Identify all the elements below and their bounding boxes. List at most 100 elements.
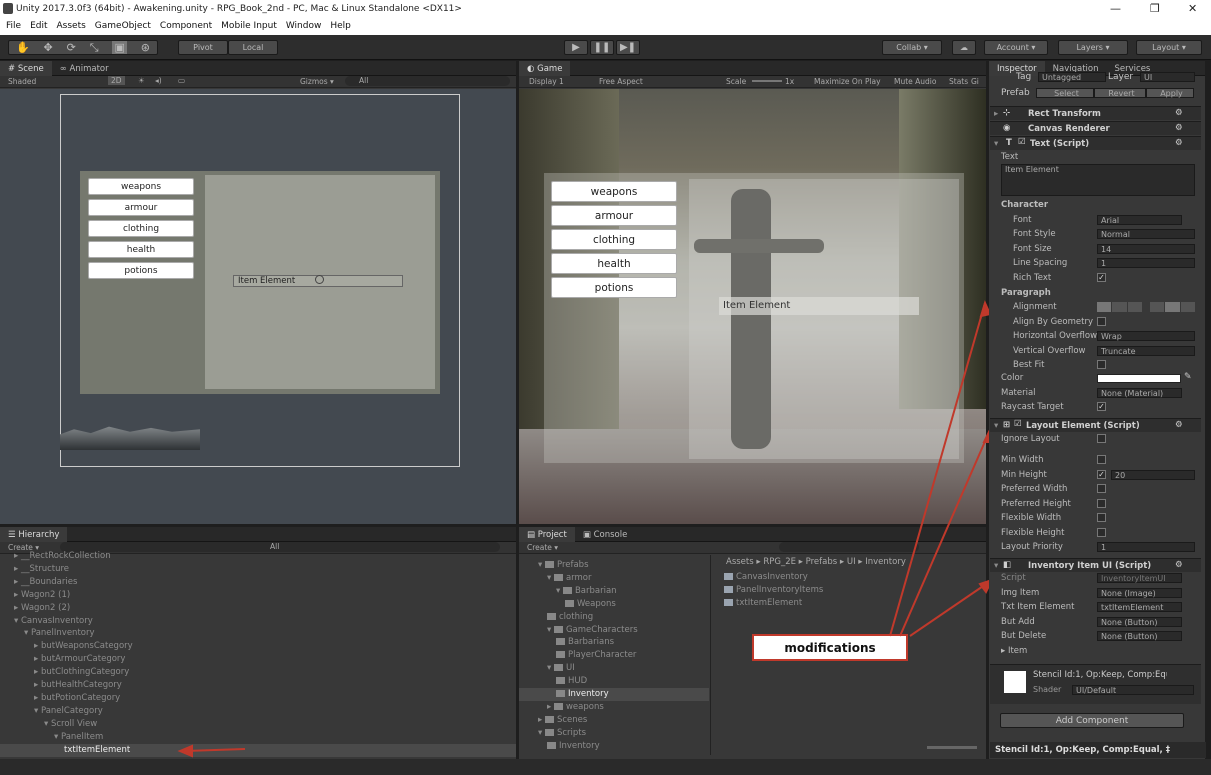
- prefab-revert-button[interactable]: Revert: [1094, 88, 1146, 98]
- layout-element-enabled-checkbox[interactable]: ☑: [1014, 419, 1022, 429]
- vertical-overflow-dropdown[interactable]: Truncate: [1097, 346, 1195, 356]
- project-search-input[interactable]: [779, 542, 919, 552]
- project-asset-item[interactable]: CanvasInventory: [724, 571, 823, 584]
- tag-dropdown[interactable]: Untagged: [1038, 72, 1106, 82]
- tree-arrow-icon[interactable]: ▾: [538, 560, 545, 570]
- scene-category-button[interactable]: health: [88, 241, 194, 258]
- shading-dropdown[interactable]: Shaded: [8, 77, 36, 86]
- tree-item[interactable]: ▾ Scripts: [519, 727, 709, 740]
- aspect-dropdown[interactable]: Free Aspect: [599, 77, 643, 86]
- but-add-field[interactable]: None (Button): [1097, 617, 1182, 627]
- tree-item[interactable]: Inventory: [519, 740, 709, 753]
- scene-category-button[interactable]: potions: [88, 262, 194, 279]
- minimize-icon[interactable]: —: [1110, 2, 1121, 15]
- asset-size-slider[interactable]: [927, 746, 977, 749]
- game-category-button[interactable]: weapons: [551, 181, 677, 202]
- tree-item[interactable]: Inventory: [519, 688, 709, 701]
- min-height-checkbox[interactable]: ✓: [1097, 470, 1106, 479]
- scene-category-button[interactable]: clothing: [88, 220, 194, 237]
- but-delete-field[interactable]: None (Button): [1097, 631, 1182, 641]
- game-gizmos-toggle[interactable]: Gi: [971, 77, 979, 86]
- tree-item[interactable]: ▾ GameCharacters: [519, 624, 709, 637]
- cloud-icon[interactable]: ☁: [952, 40, 976, 55]
- tree-item[interactable]: ▸ butClothingCategory: [0, 666, 516, 679]
- layer-dropdown[interactable]: UI: [1140, 72, 1195, 82]
- tree-item[interactable]: Barbarians: [519, 636, 709, 649]
- prefab-apply-button[interactable]: Apply: [1146, 88, 1194, 98]
- tree-arrow-icon[interactable]: ▾: [54, 732, 61, 742]
- 2d-toggle[interactable]: 2D: [108, 76, 125, 85]
- font-style-dropdown[interactable]: Normal: [1097, 229, 1195, 239]
- tree-item[interactable]: ▾ Barbarian: [519, 585, 709, 598]
- scene-search-input[interactable]: All: [345, 76, 510, 86]
- tree-arrow-icon[interactable]: ▾: [14, 616, 21, 626]
- game-category-button[interactable]: armour: [551, 205, 677, 226]
- font-field[interactable]: Arial: [1097, 215, 1182, 225]
- tree-arrow-icon[interactable]: ▸: [538, 715, 545, 725]
- menu-item[interactable]: Mobile Input: [221, 21, 277, 31]
- align-middle-icon[interactable]: [1165, 302, 1180, 312]
- tree-arrow-icon[interactable]: ▾: [34, 706, 41, 716]
- menu-item[interactable]: GameObject: [95, 21, 151, 31]
- align-geometry-checkbox[interactable]: [1097, 317, 1106, 326]
- lighting-icon[interactable]: ☀: [138, 76, 145, 85]
- tree-item[interactable]: txtItemElement: [0, 743, 516, 757]
- collapse-arrow-icon[interactable]: ▾: [994, 561, 998, 571]
- tree-item[interactable]: clothing: [519, 611, 709, 624]
- tab-animator[interactable]: ∞ Animator: [52, 61, 117, 76]
- align-left-icon[interactable]: [1097, 302, 1112, 312]
- align-center-icon[interactable]: [1112, 302, 1127, 312]
- add-component-button[interactable]: Add Component: [1000, 713, 1184, 728]
- tree-arrow-icon[interactable]: ▾: [24, 628, 31, 638]
- tree-item[interactable]: ▸ __Structure: [0, 563, 516, 576]
- expand-arrow-icon[interactable]: ▸: [994, 109, 998, 119]
- line-spacing-field[interactable]: 1: [1097, 258, 1195, 268]
- tab-scene[interactable]: # Scene: [0, 61, 52, 76]
- tree-item[interactable]: ▸ butPotionCategory: [0, 692, 516, 705]
- rect-tool-icon[interactable]: ▣: [112, 41, 127, 54]
- tree-item[interactable]: ▾ armor: [519, 572, 709, 585]
- tree-item[interactable]: ▾ PanelCategory: [0, 705, 516, 718]
- effects-icon[interactable]: ▭: [178, 76, 185, 85]
- tree-arrow-icon[interactable]: ▸: [14, 590, 21, 600]
- transform-tools[interactable]: ✋ ✥ ⟳ ⤡ ▣ ⊛: [8, 40, 158, 55]
- pivot-button[interactable]: Pivot: [178, 40, 228, 55]
- settings-gear-icon[interactable]: ⚙: [1175, 123, 1183, 133]
- tree-item[interactable]: ▸ Wagon2 (1): [0, 589, 516, 602]
- preferred-width-checkbox[interactable]: [1097, 484, 1106, 493]
- menu-item[interactable]: Window: [286, 21, 322, 31]
- best-fit-checkbox[interactable]: [1097, 360, 1106, 369]
- collapse-arrow-icon[interactable]: ▾: [994, 139, 998, 149]
- horizontal-overflow-dropdown[interactable]: Wrap: [1097, 331, 1195, 341]
- maximize-on-play-toggle[interactable]: Maximize On Play: [814, 77, 881, 86]
- align-bottom-icon[interactable]: [1180, 302, 1195, 312]
- menu-item[interactable]: Edit: [30, 21, 47, 31]
- shader-dropdown[interactable]: UI/Default: [1072, 685, 1194, 695]
- tree-arrow-icon[interactable]: ▾: [547, 625, 554, 635]
- tree-arrow-icon[interactable]: ▸: [34, 667, 41, 677]
- tree-arrow-icon[interactable]: ▸: [14, 577, 21, 587]
- tree-arrow-icon[interactable]: ▾: [44, 719, 51, 729]
- settings-gear-icon[interactable]: ⚙: [1175, 138, 1183, 148]
- tree-arrow-icon[interactable]: ▸: [14, 551, 21, 561]
- tree-item[interactable]: ▸ butHealthCategory: [0, 679, 516, 692]
- tree-item[interactable]: ▸ weapons: [519, 701, 709, 714]
- txt-item-element-field[interactable]: txtItemElement: [1097, 602, 1182, 612]
- mute-audio-toggle[interactable]: Mute Audio: [894, 77, 936, 86]
- scale-slider[interactable]: [752, 80, 782, 82]
- tree-item[interactable]: ▾ Prefabs: [519, 559, 709, 572]
- tree-item[interactable]: PlayerCharacter: [519, 649, 709, 662]
- min-height-field[interactable]: 20: [1111, 470, 1195, 480]
- text-value-area[interactable]: Item Element: [1001, 164, 1195, 196]
- local-button[interactable]: Local: [228, 40, 278, 55]
- project-asset-item[interactable]: PanelInventoryItems: [724, 584, 823, 597]
- tree-item[interactable]: HUD: [519, 675, 709, 688]
- game-item-element[interactable]: Item Element: [719, 297, 919, 315]
- game-category-button[interactable]: potions: [551, 277, 677, 298]
- tree-arrow-icon[interactable]: ▾: [547, 573, 554, 583]
- layers-dropdown[interactable]: Layers ▾: [1058, 40, 1128, 55]
- eyedropper-icon[interactable]: ✎: [1184, 372, 1192, 382]
- align-top-icon[interactable]: [1149, 302, 1165, 312]
- transform-tool-icon[interactable]: ⊛: [141, 41, 150, 54]
- audio-icon[interactable]: ◂): [155, 76, 162, 85]
